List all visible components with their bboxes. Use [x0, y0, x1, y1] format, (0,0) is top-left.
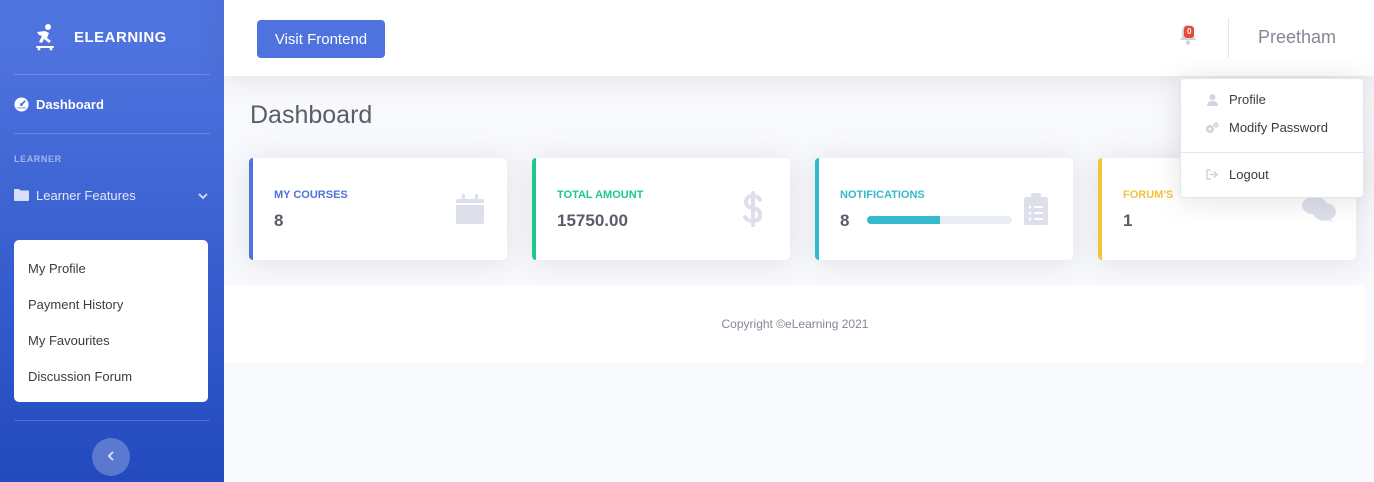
user-dropdown-menu: Profile Modify Password Logout [1180, 78, 1364, 198]
notification-badge: 0 [1184, 26, 1195, 38]
card-value: 1 [1123, 211, 1133, 230]
card-accent [249, 158, 253, 260]
sidebar-item-label: Learner Features [36, 187, 136, 203]
dropdown-divider [1181, 152, 1363, 153]
card-label: Notifications [840, 189, 925, 201]
brand-name: ELEARNING [74, 28, 167, 46]
topbar-divider [1228, 18, 1229, 58]
card-accent [815, 158, 819, 260]
sidebar-item-dashboard[interactable]: Dashboard [0, 75, 224, 133]
user-icon [1205, 93, 1219, 107]
sidebar-heading: LEARNER [14, 154, 62, 164]
calendar-icon [453, 190, 487, 228]
sidebar: ELEARNING Dashboard LEARNER Learner Feat… [0, 0, 224, 482]
submenu-item-discussion-forum[interactable]: Discussion Forum [14, 358, 208, 394]
visit-frontend-button[interactable]: Visit Frontend [257, 20, 385, 58]
tachometer-icon [14, 96, 30, 112]
card-accent [532, 158, 536, 260]
card-notifications: Notifications 8 [815, 158, 1073, 260]
clipboard-list-icon [1019, 190, 1053, 228]
card-value: 8 [840, 211, 850, 230]
sign-out-icon [1205, 168, 1219, 182]
dropdown-item-logout[interactable]: Logout [1205, 167, 1269, 182]
card-value: 15750.00 [557, 211, 628, 230]
dropdown-item-label: Logout [1229, 167, 1269, 182]
user-menu-toggle[interactable]: Preetham [1258, 27, 1336, 48]
card-my-courses: My Courses 8 [249, 158, 507, 260]
footer: Copyright ©eLearning 2021 [224, 285, 1366, 363]
dropdown-item-profile[interactable]: Profile [1205, 92, 1266, 107]
page-title: Dashboard [250, 101, 373, 129]
learner-features-submenu: My Profile Payment History My Favourites… [14, 240, 208, 402]
sidebar-item-learner-features[interactable]: Learner Features [0, 172, 224, 218]
topbar: Visit Frontend 0 Preetham [224, 0, 1374, 76]
card-value: 8 [274, 211, 284, 230]
submenu-item-payment-history[interactable]: Payment History [14, 286, 208, 322]
progress-fill [867, 216, 940, 224]
sidebar-item-label: Dashboard [36, 96, 104, 112]
card-label: Forum's [1123, 189, 1174, 201]
chevron-down-icon [198, 188, 208, 203]
dollar-icon [736, 190, 770, 228]
dropdown-item-label: Modify Password [1229, 120, 1328, 135]
dropdown-item-label: Profile [1229, 92, 1266, 107]
skater-logo-icon [30, 22, 60, 52]
dropdown-item-modify-password[interactable]: Modify Password [1205, 120, 1328, 135]
submenu-item-my-favourites[interactable]: My Favourites [14, 322, 208, 358]
card-label: My Courses [274, 189, 348, 201]
chevron-left-icon [107, 448, 115, 466]
copyright-text: Copyright ©eLearning 2021 [721, 317, 869, 331]
card-accent [1098, 158, 1102, 260]
submenu-item-my-profile[interactable]: My Profile [14, 250, 208, 286]
sidebar-brand[interactable]: ELEARNING [0, 0, 224, 74]
sidebar-toggle-button[interactable] [92, 438, 130, 476]
sidebar-divider [14, 420, 210, 421]
notifications-progress-bar [867, 216, 1012, 224]
cogs-icon [1205, 121, 1219, 135]
card-label: Total Amount [557, 189, 644, 201]
folder-icon [14, 187, 30, 203]
card-total-amount: Total Amount 15750.00 [532, 158, 790, 260]
